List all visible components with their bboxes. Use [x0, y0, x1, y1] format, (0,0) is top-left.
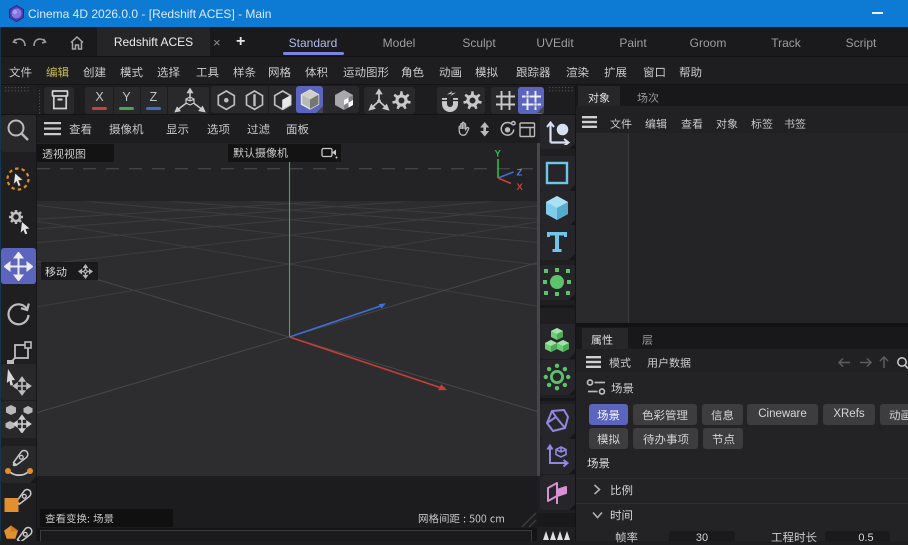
- svg-text:Z: Z: [517, 168, 523, 179]
- svg-text:Y: Y: [495, 149, 502, 160]
- svg-text:X: X: [517, 182, 524, 193]
